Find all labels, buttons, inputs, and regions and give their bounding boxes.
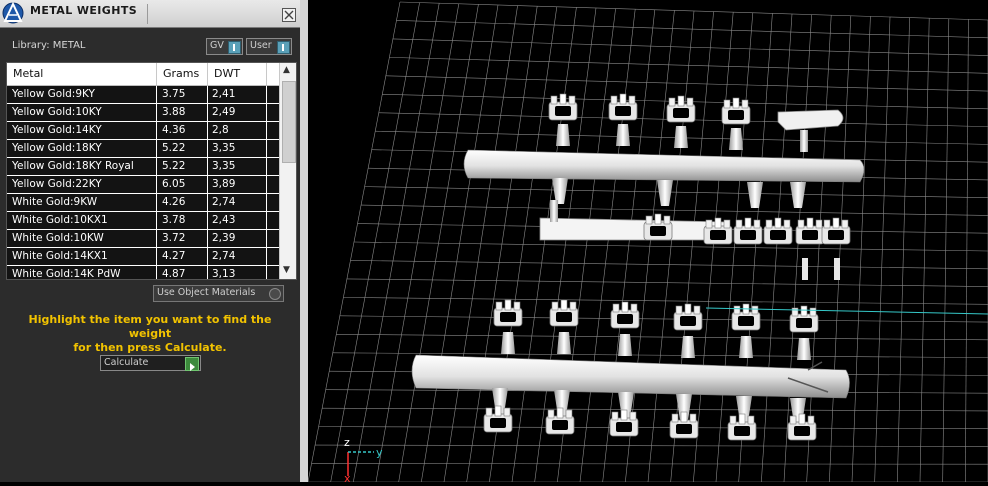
use-object-materials-label: Use Object Materials bbox=[157, 287, 256, 298]
cell-dwt: 3,35 bbox=[212, 160, 236, 172]
cell-grams: 3.72 bbox=[162, 232, 186, 244]
cell-dwt: 2,41 bbox=[212, 88, 236, 100]
library-label: Library: METAL bbox=[12, 40, 86, 51]
table-row[interactable]: White Gold:14K PdW 4.87 3,13 bbox=[7, 266, 279, 280]
cell-dwt: 2,49 bbox=[212, 106, 236, 118]
user-toggle-label: User bbox=[250, 40, 272, 51]
close-icon bbox=[284, 10, 294, 20]
column-header-grams[interactable]: Grams bbox=[163, 67, 199, 80]
column-divider bbox=[156, 63, 157, 85]
cell-grams: 4.87 bbox=[162, 268, 186, 280]
cell-metal: Yellow Gold:22KY bbox=[12, 178, 102, 190]
table-row[interactable]: Yellow Gold:22KY 6.05 3,89 bbox=[7, 176, 279, 194]
cell-dwt: 3,89 bbox=[212, 178, 236, 190]
table-row[interactable]: White Gold:10KW 3.72 2,39 bbox=[7, 230, 279, 248]
play-arrow-icon bbox=[185, 357, 199, 371]
cell-grams: 4.27 bbox=[162, 250, 186, 262]
scroll-down-icon[interactable]: ▼ bbox=[283, 265, 290, 275]
panel-title: METAL WEIGHTS bbox=[30, 4, 138, 17]
calculate-label: Calculate bbox=[104, 357, 149, 368]
cell-metal: White Gold:9KW bbox=[12, 196, 98, 208]
cell-metal: Yellow Gold:9KY bbox=[12, 88, 95, 100]
table-row[interactable]: White Gold:10KX1 3.78 2,43 bbox=[7, 212, 279, 230]
cell-metal: Yellow Gold:18KY bbox=[12, 142, 102, 154]
column-divider bbox=[266, 63, 267, 85]
axis-z-label: z bbox=[344, 436, 350, 449]
instruction-line-1: Highlight the item you want to find the … bbox=[28, 313, 272, 340]
close-button[interactable] bbox=[282, 8, 296, 22]
cell-dwt: 2,74 bbox=[212, 250, 236, 262]
user-toggle-indicator-icon bbox=[277, 41, 290, 54]
panel-titlebar[interactable]: METAL WEIGHTS bbox=[0, 0, 300, 28]
scroll-thumb[interactable] bbox=[282, 81, 296, 163]
table-row[interactable]: Yellow Gold:18KY Royal 5.22 3,35 bbox=[7, 158, 279, 176]
app-logo-icon bbox=[2, 1, 24, 24]
instruction-line-2: for then press Calculate. bbox=[73, 341, 227, 354]
gv-toggle-indicator-icon bbox=[228, 41, 241, 54]
cell-grams: 4.36 bbox=[162, 124, 186, 136]
cell-grams: 5.22 bbox=[162, 160, 186, 172]
cell-grams: 3.78 bbox=[162, 214, 186, 226]
use-object-materials-toggle[interactable]: Use Object Materials bbox=[153, 285, 284, 302]
viewport-canvas: z y x bbox=[307, 1, 988, 485]
cell-dwt: 2,39 bbox=[212, 232, 236, 244]
table-row[interactable]: Yellow Gold:10KY 3.88 2,49 bbox=[7, 104, 279, 122]
user-toggle[interactable]: User bbox=[246, 38, 292, 55]
column-header-dwt[interactable]: DWT bbox=[214, 67, 240, 80]
radio-indicator-icon bbox=[269, 288, 281, 300]
title-separator bbox=[147, 4, 148, 24]
axis-x-label: x bbox=[344, 472, 351, 482]
cell-grams: 5.22 bbox=[162, 142, 186, 154]
table-header: Metal Grams DWT bbox=[7, 63, 279, 86]
cell-grams: 6.05 bbox=[162, 178, 186, 190]
table-row[interactable]: White Gold:14KX1 4.27 2,74 bbox=[7, 248, 279, 266]
cell-metal: White Gold:14K PdW bbox=[12, 268, 121, 280]
cell-dwt: 2,74 bbox=[212, 196, 236, 208]
metal-table: Metal Grams DWT Yellow Gold:9KY 3.75 2,41 … bbox=[6, 62, 297, 280]
casting-tree-top bbox=[463, 93, 865, 280]
table-row[interactable]: White Gold:9KW 4.26 2,74 bbox=[7, 194, 279, 212]
cell-dwt: 3,13 bbox=[212, 268, 236, 280]
cell-dwt: 3,35 bbox=[212, 142, 236, 154]
cell-grams: 3.75 bbox=[162, 88, 186, 100]
cell-dwt: 2,8 bbox=[212, 124, 229, 136]
gv-toggle-label: GV bbox=[210, 40, 224, 51]
instruction-text: Highlight the item you want to find the … bbox=[10, 313, 290, 355]
cell-grams: 4.26 bbox=[162, 196, 186, 208]
panel-divider[interactable] bbox=[300, 0, 308, 482]
3d-viewport[interactable]: z y x bbox=[307, 0, 988, 485]
cell-metal: Yellow Gold:14KY bbox=[12, 124, 102, 136]
cell-metal: Yellow Gold:10KY bbox=[12, 106, 102, 118]
cell-metal: White Gold:10KW bbox=[12, 232, 104, 244]
column-divider bbox=[207, 63, 208, 85]
axis-y-label: y bbox=[376, 446, 383, 459]
cell-metal: Yellow Gold:18KY Royal bbox=[12, 160, 134, 172]
table-row[interactable]: Yellow Gold:14KY 4.36 2,8 bbox=[7, 122, 279, 140]
cell-metal: White Gold:14KX1 bbox=[12, 250, 108, 262]
table-scrollbar[interactable]: ▲ ▼ bbox=[279, 63, 296, 279]
cell-dwt: 2,43 bbox=[212, 214, 236, 226]
table-row[interactable]: Yellow Gold:9KY 3.75 2,41 bbox=[7, 86, 279, 104]
grid bbox=[307, 1, 988, 483]
gv-toggle[interactable]: GV bbox=[206, 38, 243, 55]
scroll-up-icon[interactable]: ▲ bbox=[283, 65, 290, 75]
table-row[interactable]: Yellow Gold:18KY 5.22 3,35 bbox=[7, 140, 279, 158]
casting-tree-bottom bbox=[411, 299, 850, 441]
table-body: Yellow Gold:9KY 3.75 2,41 Yellow Gold:10KY… bbox=[7, 86, 279, 280]
column-header-metal[interactable]: Metal bbox=[13, 67, 43, 80]
cell-grams: 3.88 bbox=[162, 106, 186, 118]
metal-weights-panel: METAL WEIGHTS Library: METAL GV User Met… bbox=[0, 0, 300, 482]
calculate-button[interactable]: Calculate bbox=[100, 355, 201, 371]
cell-metal: White Gold:10KX1 bbox=[12, 214, 108, 226]
